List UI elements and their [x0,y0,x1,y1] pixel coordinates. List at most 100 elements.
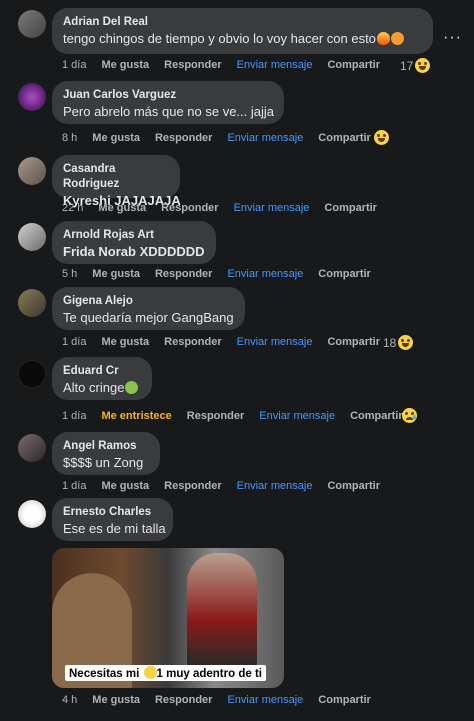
comment-bubble: Adrian Del Real tengo chingos de tiempo … [52,8,433,54]
avatar[interactable] [18,10,46,38]
comment-actions: 1 día Me gusta Responder Enviar mensaje … [62,480,395,492]
avatar[interactable] [18,157,46,185]
reaction-count[interactable]: 18 [383,335,414,350]
comment-actions: 1 día Me gusta Responder Enviar mensaje … [62,336,395,348]
reply-button[interactable]: Responder [155,694,212,706]
reply-button[interactable]: Responder [155,132,212,144]
like-button[interactable]: Me gusta [98,202,146,214]
like-button[interactable]: Me gusta [101,336,149,348]
comment-time[interactable]: 1 día [62,480,86,492]
comment-time[interactable]: 4 h [62,694,77,706]
reply-button[interactable]: Responder [155,268,212,280]
comment-author[interactable]: Angel Ramos [63,439,149,454]
share-button[interactable]: Compartir [350,410,403,422]
share-button[interactable]: Compartir [318,694,371,706]
comment-author[interactable]: Adrian Del Real [63,15,422,30]
comment-author[interactable]: Ernesto Charles [63,505,162,520]
send-message-button[interactable]: Enviar mensaje [227,132,303,144]
avatar[interactable] [18,500,46,528]
avatar[interactable] [18,434,46,462]
caption-text-after: 1 muy adentro de ti [156,668,262,680]
comment-text: Frida Norab XDDDDDD [63,244,205,259]
haha-reaction-icon [374,130,389,145]
comment-time[interactable]: 1 día [62,410,86,422]
haha-reaction-icon [415,58,431,73]
avatar[interactable] [18,289,46,317]
share-button[interactable]: Compartir [324,202,377,214]
image-caption: Necesitas mi 1 muy adentro de ti [65,665,266,681]
avatar[interactable] [18,83,46,111]
like-button[interactable]: Me gusta [92,694,140,706]
reply-button[interactable]: Responder [161,202,218,214]
reaction-count[interactable]: 17 [400,58,431,73]
avatar[interactable] [18,360,46,388]
grinning-emoji-icon [143,666,157,679]
haha-reaction-icon [398,335,414,350]
send-message-button[interactable]: Enviar mensaje [259,410,335,422]
attached-image[interactable]: Necesitas mi 1 muy adentro de ti [52,548,284,688]
comment-text: $$$$ un Zong [63,455,144,470]
comment-text: Alto cringe [63,379,141,397]
comment-time[interactable]: 5 h [62,268,77,280]
nauseated-emoji-icon [125,381,139,394]
reply-button[interactable]: Responder [164,336,221,348]
image-person-right [187,553,257,665]
reaction-count[interactable] [374,130,389,145]
like-button[interactable]: Me gusta [101,480,149,492]
comment-time[interactable]: 22 h [62,202,83,214]
send-message-button[interactable]: Enviar mensaje [237,480,313,492]
comment-bubble: Arnold Rojas Art Frida Norab XDDDDDD [52,221,216,264]
reply-button[interactable]: Responder [164,480,221,492]
send-message-button[interactable]: Enviar mensaje [237,59,313,71]
share-button[interactable]: Compartir [327,59,380,71]
send-message-button[interactable]: Enviar mensaje [227,694,303,706]
avatar[interactable] [18,223,46,251]
comment-actions: 1 día Me entristece Responder Enviar men… [62,410,418,422]
comment-author[interactable]: Arnold Rojas Art [63,228,205,243]
comment-text: Te quedaría mejor GangBang [63,310,234,325]
like-button[interactable]: Me gusta [92,132,140,144]
hot-face-emoji-icon [390,32,404,45]
caption-text-before: Necesitas mi [69,668,140,680]
comment-actions: 1 día Me gusta Responder Enviar mensaje … [62,59,395,71]
reply-button[interactable]: Responder [187,410,244,422]
share-button[interactable]: Compartir [318,132,371,144]
like-button[interactable]: Me gusta [92,268,140,280]
share-button[interactable]: Compartir [327,336,380,348]
reply-button[interactable]: Responder [164,59,221,71]
comment-bubble: Eduard Cr Alto cringe [52,357,152,400]
comment-text: tengo chingos de tiempo y obvio lo voy h… [63,30,422,48]
sad-reaction-button[interactable]: Me entristece [101,410,171,422]
comment-actions: 4 h Me gusta Responder Enviar mensaje Co… [62,694,386,706]
comment-actions: 8 h Me gusta Responder Enviar mensaje Co… [62,132,386,144]
send-message-button[interactable]: Enviar mensaje [237,336,313,348]
comment-actions: 22 h Me gusta Responder Enviar mensaje C… [62,202,392,214]
like-button[interactable]: Me gusta [101,59,149,71]
more-options-icon[interactable]: ··· [443,29,462,47]
comment-author[interactable]: Juan Carlos Varguez [63,88,273,103]
comment-author[interactable]: Gigena Alejo [63,294,234,309]
fire-emoji-icon [376,32,390,45]
comment-bubble: Casandra Rodriguez Kyreshi JAJAJAJA [52,155,181,208]
comment-time[interactable]: 8 h [62,132,77,144]
comment-bubble: Ernesto Charles Ese es de mi talla [52,498,173,541]
send-message-button[interactable]: Enviar mensaje [227,268,303,280]
comment-text-content: Alto cringe [63,380,125,395]
send-message-button[interactable]: Enviar mensaje [234,202,310,214]
share-button[interactable]: Compartir [327,480,380,492]
comment-actions: 5 h Me gusta Responder Enviar mensaje Co… [62,268,386,280]
reaction-count-value: 18 [383,335,397,350]
comment-bubble: Gigena Alejo Te quedaría mejor GangBang [52,287,245,330]
sad-reaction-icon [402,408,417,423]
reaction-count-value: 17 [400,58,414,73]
comment-text-content: tengo chingos de tiempo y obvio lo voy h… [63,31,376,46]
share-button[interactable]: Compartir [318,268,371,280]
comment-author[interactable]: Casandra Rodriguez [63,162,169,192]
comment-author[interactable]: Eduard Cr [63,364,141,379]
reaction-count[interactable] [402,408,417,423]
comment-bubble: Juan Carlos Varguez Pero abrelo más que … [52,81,284,124]
comment-time[interactable]: 1 día [62,336,86,348]
comment-text: Ese es de mi talla [63,521,166,536]
comment-time[interactable]: 1 día [62,59,86,71]
comment-bubble: Angel Ramos $$$$ un Zong [52,432,160,475]
